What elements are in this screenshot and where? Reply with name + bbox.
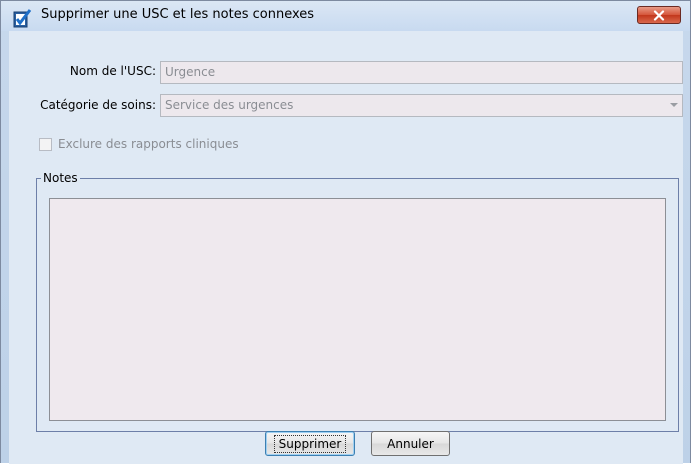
- cancel-button[interactable]: Annuler: [371, 431, 450, 456]
- categorie-label: Catégorie de soins:: [40, 98, 156, 112]
- delete-button[interactable]: Supprimer: [265, 431, 355, 456]
- notes-legend: Notes: [41, 171, 80, 185]
- nom-usc-label: Nom de l'USC:: [69, 64, 156, 78]
- delete-button-label: Supprimer: [273, 434, 347, 453]
- nom-usc-field[interactable]: Urgence: [160, 61, 683, 84]
- checklist-icon: [13, 9, 32, 28]
- window-title: Supprimer une USC et les notes connexes: [41, 7, 315, 22]
- chevron-down-icon[interactable]: [670, 103, 678, 107]
- dialog-content: Nom de l'USC: Urgence Catégorie de soins…: [9, 31, 683, 464]
- categorie-select[interactable]: Service des urgences: [160, 94, 683, 117]
- cancel-button-label: Annuler: [387, 436, 434, 451]
- categorie-selected-value: Service des urgences: [165, 98, 294, 112]
- notes-textarea[interactable]: [49, 198, 666, 421]
- dialog-window: Supprimer une USC et les notes connexes …: [0, 0, 691, 464]
- close-button[interactable]: [637, 6, 681, 24]
- close-icon: [653, 9, 665, 21]
- title-bar[interactable]: Supprimer une USC et les notes connexes: [1, 1, 690, 31]
- exclure-checkbox[interactable]: [39, 138, 52, 151]
- exclure-label[interactable]: Exclure des rapports cliniques: [58, 137, 239, 151]
